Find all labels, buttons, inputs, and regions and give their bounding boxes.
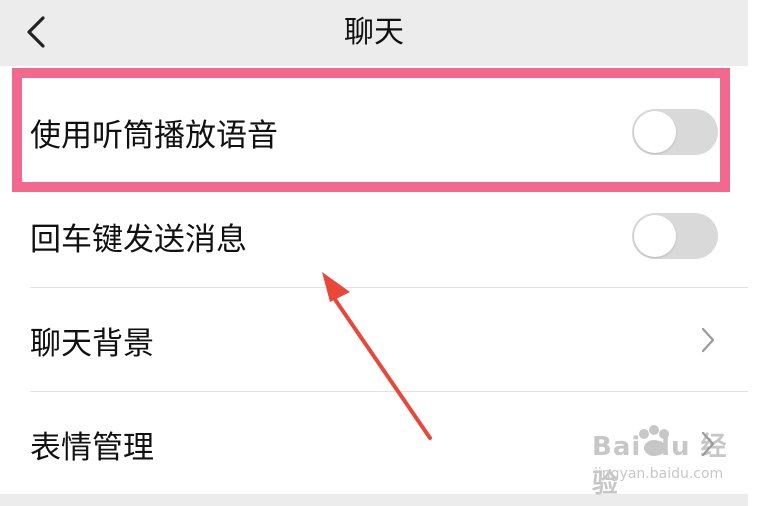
setting-label: 表情管理	[30, 429, 154, 466]
page-edge-strip	[748, 0, 763, 506]
page-title: 聊天	[344, 15, 404, 50]
setting-row-sticker-management[interactable]: 表情管理	[0, 392, 748, 496]
earpiece-playback-toggle[interactable]	[632, 109, 718, 155]
chevron-right-icon	[698, 429, 718, 459]
bottom-section-separator	[0, 494, 748, 506]
navigation-bar: 聊天	[0, 0, 748, 66]
setting-label: 聊天背景	[30, 325, 154, 362]
back-button[interactable]	[18, 14, 54, 50]
toggle-knob	[634, 215, 676, 257]
chevron-left-icon	[27, 16, 45, 48]
toggle-knob	[634, 111, 676, 153]
enter-to-send-toggle[interactable]	[632, 213, 718, 259]
setting-label: 回车键发送消息	[30, 221, 247, 258]
settings-page: 聊天 使用听筒播放语音 回车键发送消息 聊天背景 表情管理 Bai du 经验 …	[0, 0, 748, 506]
setting-row-earpiece-playback[interactable]: 使用听筒播放语音	[0, 80, 748, 184]
setting-row-enter-to-send[interactable]: 回车键发送消息	[0, 184, 748, 288]
setting-row-chat-background[interactable]: 聊天背景	[0, 288, 748, 392]
chevron-right-icon	[698, 325, 718, 355]
setting-label: 使用听筒播放语音	[30, 117, 278, 154]
